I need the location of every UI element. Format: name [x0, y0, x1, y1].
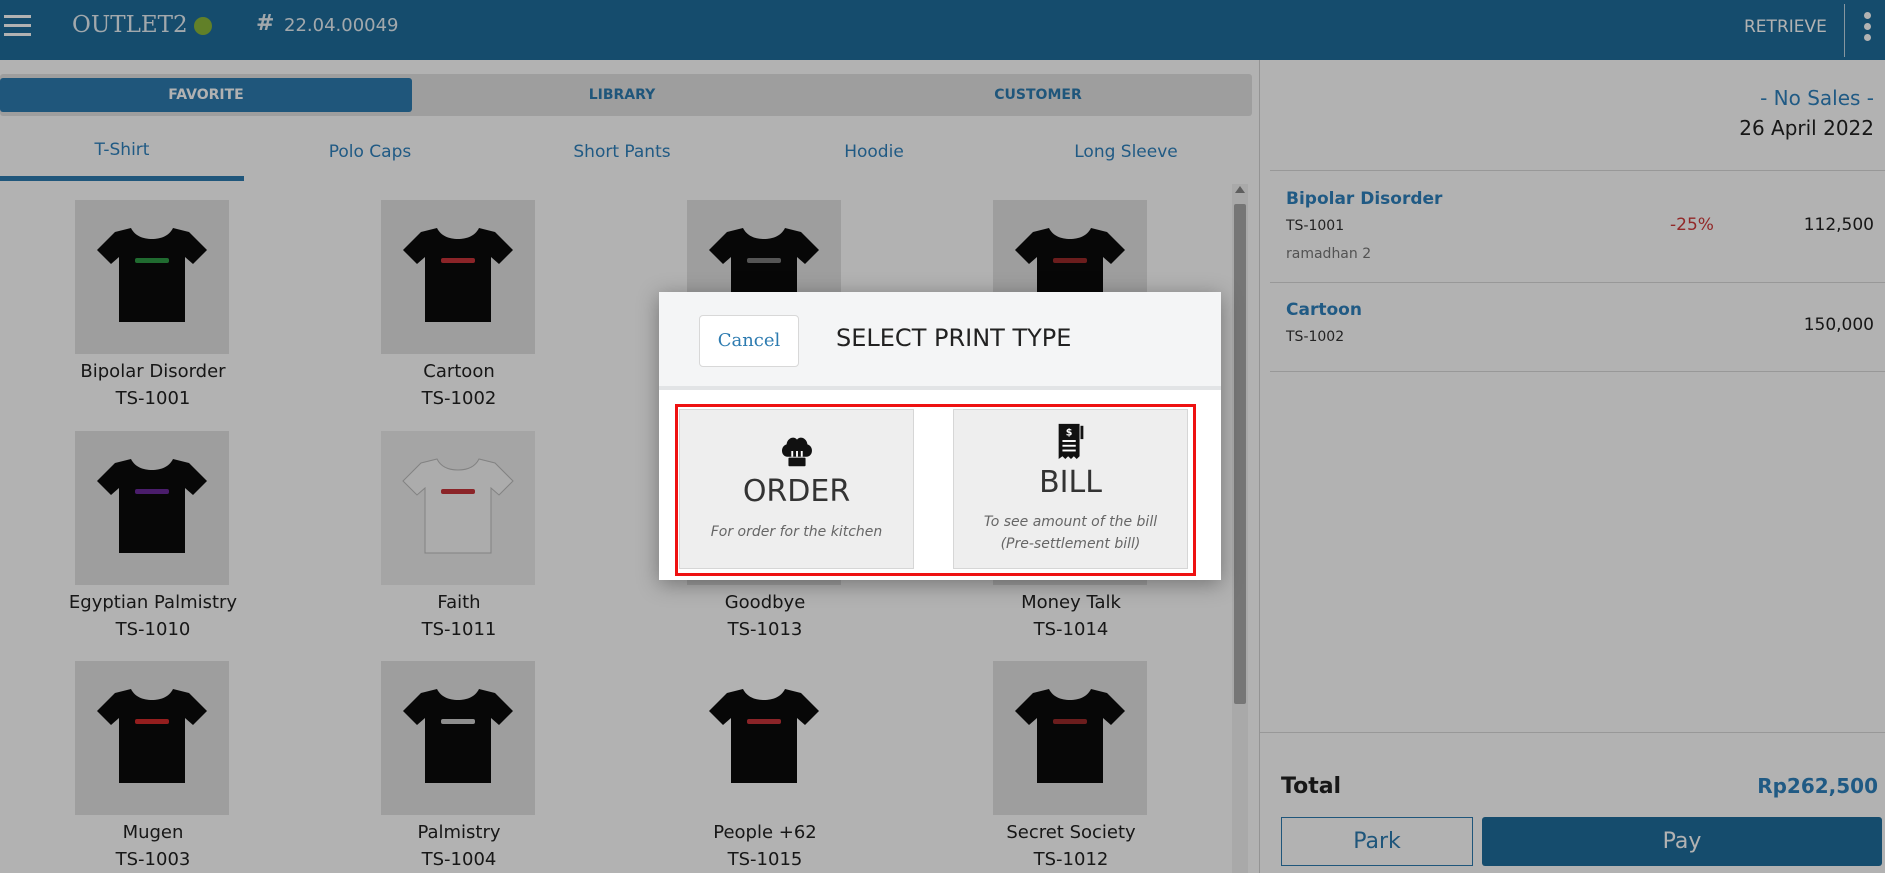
dialog-header: Cancel SELECT PRINT TYPE	[659, 292, 1221, 390]
print-type-dialog: Cancel SELECT PRINT TYPE ORDER For order…	[659, 292, 1221, 580]
dialog-title: SELECT PRINT TYPE	[836, 324, 1072, 352]
highlight-box	[675, 404, 1196, 576]
cancel-button[interactable]: Cancel	[699, 315, 799, 367]
